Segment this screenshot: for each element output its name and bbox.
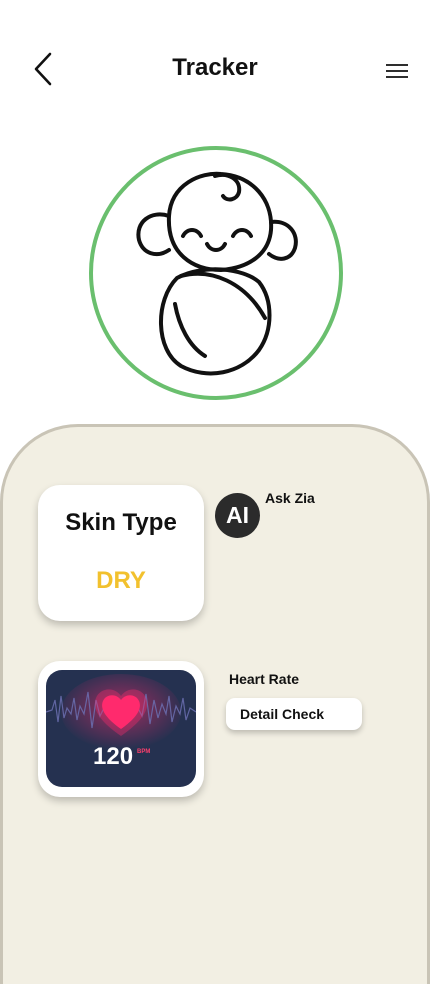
heart-rate-display: 120 BPM	[46, 670, 196, 787]
page-title: Tracker	[172, 54, 258, 81]
ask-zia-label[interactable]: Ask Zia	[265, 490, 315, 506]
heart-rate-card[interactable]: 120 BPM	[38, 661, 204, 797]
skin-type-value: DRY	[96, 567, 146, 594]
swaddled-baby-icon	[136, 171, 298, 376]
hamburger-menu-icon	[386, 64, 408, 78]
bpm-value: 120	[93, 743, 134, 770]
bpm-unit: BPM	[137, 749, 151, 755]
skin-type-title: Skin Type	[65, 509, 177, 536]
menu-button[interactable]	[384, 60, 410, 82]
detail-check-button[interactable]: Detail Check	[226, 698, 362, 730]
ai-assistant-button[interactable]: AI	[215, 493, 260, 538]
header: Tracker	[0, 0, 430, 120]
heart-rate-label: Heart Rate	[229, 671, 300, 687]
baby-avatar	[89, 146, 343, 400]
skin-type-card[interactable]: Skin Type DRY	[38, 485, 204, 621]
